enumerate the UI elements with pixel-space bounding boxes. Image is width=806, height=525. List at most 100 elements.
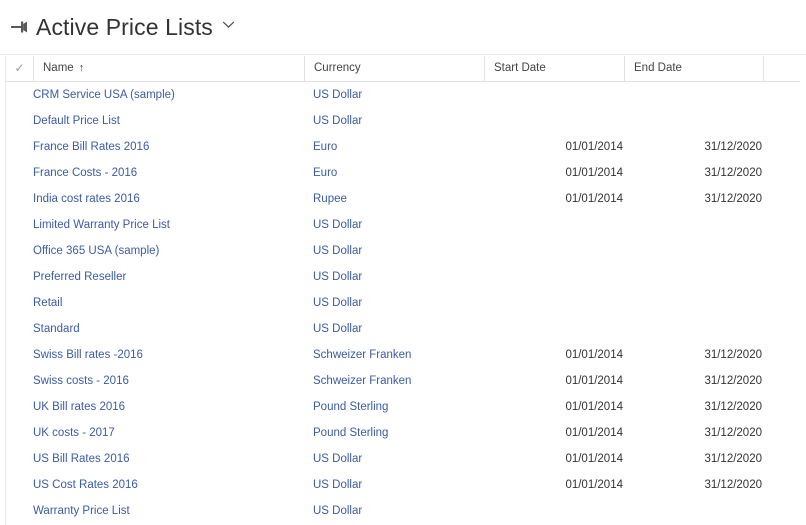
table-row[interactable]: Swiss Bill rates -2016 Schweizer Franken 0… [6, 342, 800, 368]
sort-ascending-icon: ↑ [78, 62, 85, 74]
table-row[interactable]: Warranty Price List US Dollar [6, 498, 800, 524]
cell-start-date [484, 108, 623, 134]
cell-currency[interactable]: US Dollar [304, 212, 484, 238]
cell-currency[interactable]: Pound Sterling [304, 420, 484, 446]
cell-start-date: 01/01/2014 [565, 479, 623, 491]
cell-end-date: 31/12/2020 [704, 427, 762, 439]
table-row[interactable]: UK costs - 2017 Pound Sterling 01/01/2014 3… [6, 420, 800, 446]
select-all-checkbox[interactable]: ✓ [6, 56, 33, 81]
cell-currency[interactable]: Pound Sterling [304, 394, 484, 420]
cell-end-date [624, 316, 762, 342]
cell-start-date [484, 238, 623, 264]
column-header-start-date[interactable]: Start Date [484, 56, 624, 81]
cell-currency[interactable]: Euro [304, 134, 484, 160]
column-header-start-date-label: Start Date [494, 62, 546, 74]
cell-currency[interactable]: US Dollar [304, 82, 484, 108]
cell-currency[interactable]: US Dollar [304, 498, 484, 524]
cell-name[interactable]: India cost rates 2016 [33, 186, 304, 212]
cell-currency[interactable]: US Dollar [304, 472, 484, 498]
table-row[interactable]: France Bill Rates 2016 Euro 01/01/2014 31/1… [6, 134, 800, 160]
cell-end-date: 31/12/2020 [704, 167, 762, 179]
cell-name[interactable]: Standard [33, 316, 304, 342]
cell-end-date [624, 238, 762, 264]
cell-start-date [484, 212, 623, 238]
cell-end-date [624, 290, 762, 316]
cell-end-date [624, 108, 762, 134]
cell-name[interactable]: France Bill Rates 2016 [33, 134, 304, 160]
cell-name[interactable]: Default Price List [33, 108, 304, 134]
cell-name[interactable]: UK Bill rates 2016 [33, 394, 304, 420]
cell-start-date: 01/01/2014 [565, 453, 623, 465]
cell-end-date [624, 212, 762, 238]
column-header-currency[interactable]: Currency [304, 56, 484, 81]
cell-name[interactable]: Retail [33, 290, 304, 316]
column-header-end-date[interactable]: End Date [624, 56, 763, 81]
column-header-extra[interactable] [763, 56, 800, 81]
grid-header-row: ✓ Name ↑ Currency Start Date End Date [6, 56, 800, 82]
checkmark-icon: ✓ [14, 61, 25, 75]
cell-start-date: 01/01/2014 [565, 167, 623, 179]
table-row[interactable]: Standard US Dollar [6, 316, 800, 342]
cell-end-date: 31/12/2020 [704, 375, 762, 387]
table-row[interactable]: Default Price List US Dollar [6, 108, 800, 134]
column-header-currency-label: Currency [314, 62, 361, 74]
cell-start-date [484, 498, 623, 524]
cell-currency[interactable]: US Dollar [304, 316, 484, 342]
cell-currency[interactable]: Schweizer Franken [304, 342, 484, 368]
cell-end-date [624, 264, 762, 290]
cell-start-date: 01/01/2014 [565, 401, 623, 413]
table-row[interactable]: CRM Service USA (sample) US Dollar [6, 82, 800, 108]
cell-start-date [484, 316, 623, 342]
active-price-lists-page: Active Price Lists ✓ Name ↑ Currency Star… [0, 0, 806, 525]
cell-start-date: 01/01/2014 [565, 193, 623, 205]
cell-end-date [624, 82, 762, 108]
table-row[interactable]: Swiss costs - 2016 Schweizer Franken 01/01… [6, 368, 800, 394]
cell-end-date: 31/12/2020 [704, 479, 762, 491]
cell-name[interactable]: Limited Warranty Price List [33, 212, 304, 238]
cell-end-date [624, 498, 762, 524]
cell-name[interactable]: US Bill Rates 2016 [33, 446, 304, 472]
cell-currency[interactable]: Schweizer Franken [304, 368, 484, 394]
table-row[interactable]: Limited Warranty Price List US Dollar [6, 212, 800, 238]
cell-name[interactable]: Swiss Bill rates -2016 [33, 342, 304, 368]
grid-body: CRM Service USA (sample) US Dollar Default… [6, 82, 800, 524]
cell-start-date [484, 82, 623, 108]
cell-start-date [484, 264, 623, 290]
cell-end-date: 31/12/2020 [704, 401, 762, 413]
cell-currency[interactable]: US Dollar [304, 264, 484, 290]
table-row[interactable]: US Bill Rates 2016 US Dollar 01/01/2014 31/… [6, 446, 800, 472]
cell-currency[interactable]: US Dollar [304, 108, 484, 134]
cell-name[interactable]: France Costs - 2016 [33, 160, 304, 186]
price-lists-grid: ✓ Name ↑ Currency Start Date End Date CRM… [5, 56, 800, 525]
table-row[interactable]: Preferred Reseller US Dollar [6, 264, 800, 290]
cell-end-date: 31/12/2020 [704, 453, 762, 465]
cell-name[interactable]: Preferred Reseller [33, 264, 304, 290]
table-row[interactable]: France Costs - 2016 Euro 01/01/2014 31/12/2… [6, 160, 800, 186]
table-row[interactable]: India cost rates 2016 Rupee 01/01/2014 31/1… [6, 186, 800, 212]
table-row[interactable]: UK Bill rates 2016 Pound Sterling 01/01/20… [6, 394, 800, 420]
cell-name[interactable]: US Cost Rates 2016 [33, 472, 304, 498]
cell-name[interactable]: Warranty Price List [33, 498, 304, 524]
cell-currency[interactable]: Euro [304, 160, 484, 186]
cell-name[interactable]: CRM Service USA (sample) [33, 82, 304, 108]
cell-start-date: 01/01/2014 [565, 427, 623, 439]
cell-end-date: 31/12/2020 [704, 349, 762, 361]
cell-currency[interactable]: US Dollar [304, 238, 484, 264]
cell-name[interactable]: UK costs - 2017 [33, 420, 304, 446]
cell-name[interactable]: Office 365 USA (sample) [33, 238, 304, 264]
cell-end-date: 31/12/2020 [704, 193, 762, 205]
chevron-down-icon[interactable] [222, 17, 236, 31]
cell-name[interactable]: Swiss costs - 2016 [33, 368, 304, 394]
cell-currency[interactable]: US Dollar [304, 290, 484, 316]
page-title: Active Price Lists [36, 14, 213, 40]
cell-currency[interactable]: Rupee [304, 186, 484, 212]
column-header-name[interactable]: Name ↑ [33, 56, 304, 81]
column-header-name-label: Name [43, 62, 74, 74]
table-row[interactable]: Office 365 USA (sample) US Dollar [6, 238, 800, 264]
column-header-end-date-label: End Date [634, 62, 682, 74]
pin-icon[interactable] [8, 17, 30, 37]
cell-currency[interactable]: US Dollar [304, 446, 484, 472]
table-row[interactable]: US Cost Rates 2016 US Dollar 01/01/2014 31/… [6, 472, 800, 498]
table-row[interactable]: Retail US Dollar [6, 290, 800, 316]
page-header: Active Price Lists [0, 0, 806, 55]
